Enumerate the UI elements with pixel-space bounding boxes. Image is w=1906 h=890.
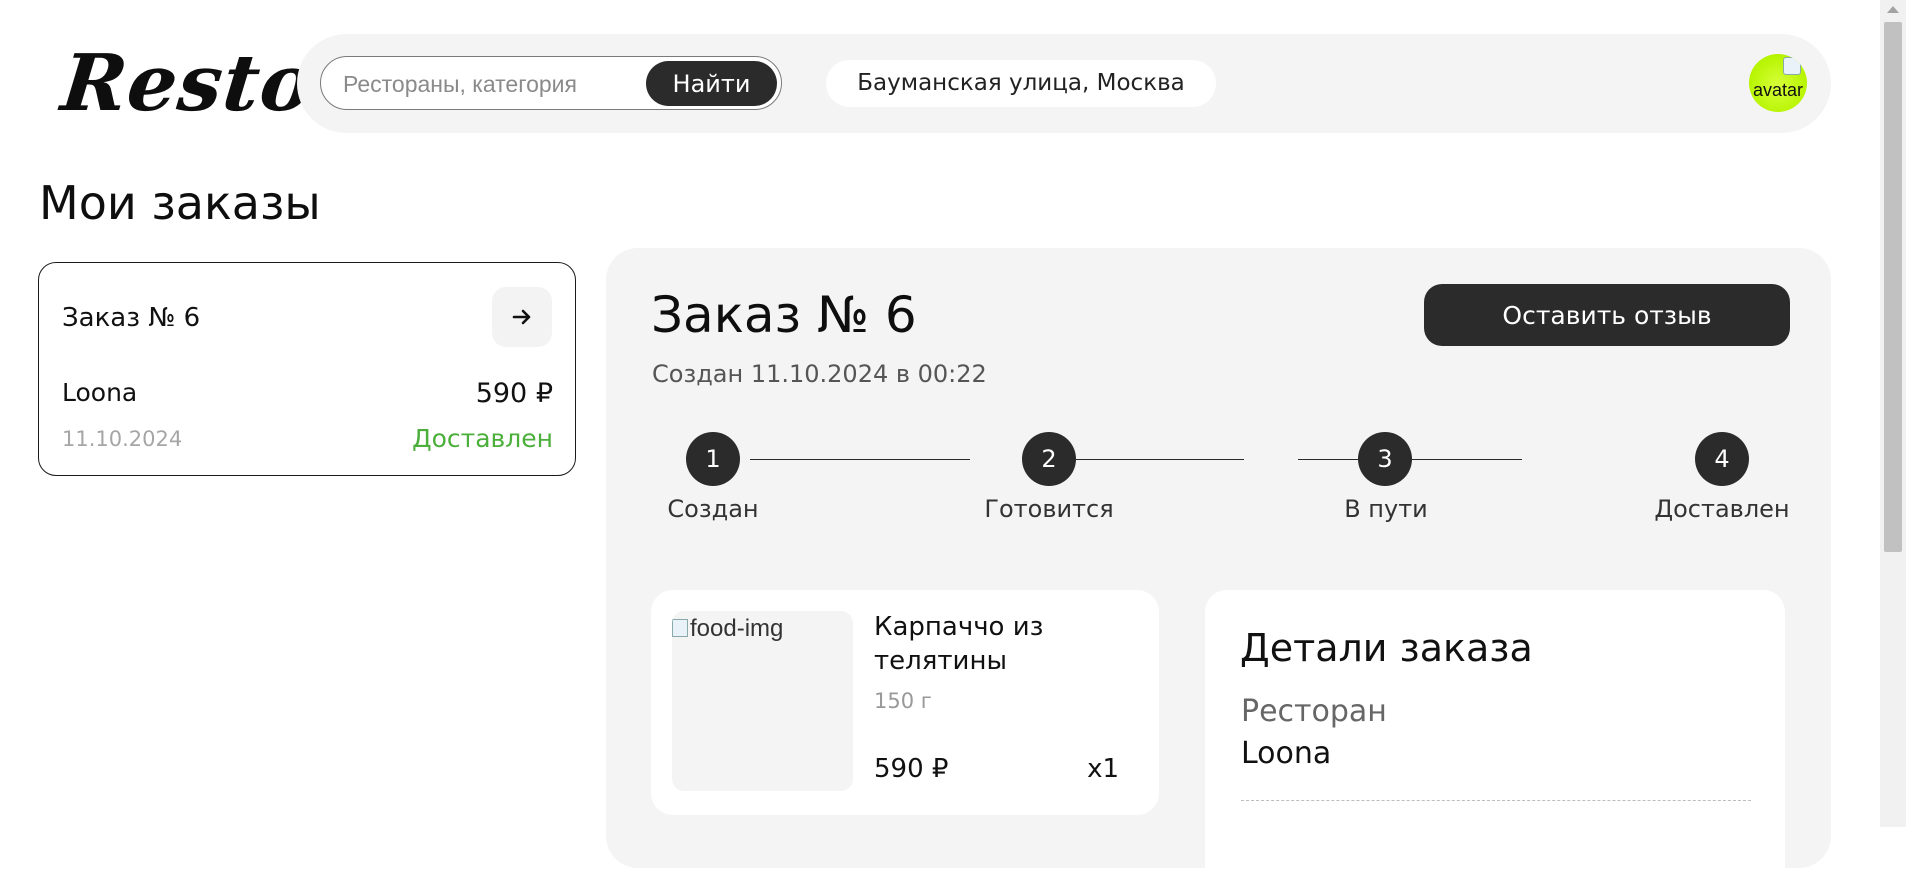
avatar[interactable]: avatar (1749, 54, 1807, 112)
scrollbar-thumb[interactable] (1884, 22, 1902, 552)
open-order-button[interactable] (492, 287, 552, 347)
step-4-label: Доставлен (1654, 495, 1790, 523)
order-card-date: 11.10.2024 (62, 427, 183, 451)
item-name: Карпаччо из телятины (874, 612, 1044, 676)
address-selector[interactable]: Бауманская улица, Москва (826, 60, 1216, 107)
step-4-dot: 4 (1695, 432, 1749, 486)
order-detail-panel: Заказ № 6 Создан 11.10.2024 в 00:22 Оста… (606, 248, 1831, 890)
scroll-up-icon[interactable] (1887, 6, 1899, 13)
avatar-alt-text: avatar (1753, 80, 1804, 100)
item-quantity: x1 (1087, 754, 1119, 784)
broken-image-icon (672, 619, 688, 637)
food-image: food-img (672, 611, 853, 791)
order-card-status: Доставлен (412, 424, 553, 453)
step-2-dot: 2 (1022, 432, 1076, 486)
divider (1241, 800, 1751, 801)
order-card-title: Заказ № 6 (62, 303, 201, 333)
logo[interactable]: Resto (57, 38, 318, 129)
search-button[interactable]: Найти (646, 61, 777, 106)
details-title: Детали заказа (1240, 626, 1533, 670)
step-3-dot: 3 (1358, 432, 1412, 486)
broken-image-icon (1783, 57, 1801, 75)
progress-line (750, 459, 970, 460)
step-1-dot: 1 (686, 432, 740, 486)
food-image-alt: food-img (690, 615, 784, 642)
step-3-label: В пути (1344, 495, 1428, 523)
search-input[interactable] (341, 68, 625, 100)
item-price: 590 ₽ (874, 754, 949, 784)
step-2-label: Готовится (984, 495, 1114, 523)
restaurant-value: Loona (1241, 736, 1332, 771)
header-bar: Найти Бауманская улица, Москва avatar (297, 34, 1831, 133)
page-scrollbar[interactable] (1880, 0, 1906, 827)
restaurant-label: Ресторан (1241, 694, 1387, 729)
order-card[interactable]: Заказ № 6 Loona 590 ₽ 11.10.2024 Доставл… (38, 262, 576, 476)
item-weight: 150 г (874, 689, 932, 713)
step-1-label: Создан (667, 495, 759, 523)
search-box: Найти (320, 56, 782, 110)
order-details-card: Детали заказа Ресторан Loona (1205, 590, 1785, 890)
page-title: Мои заказы (39, 176, 321, 230)
order-progress: 1 2 3 4 Создан Готовится В пути Доставле… (606, 248, 1831, 548)
order-card-price: 590 ₽ (475, 378, 553, 409)
arrow-right-icon (512, 309, 531, 325)
order-item-card: food-img Карпаччо из телятины 150 г 590 … (651, 590, 1159, 815)
order-card-restaurant: Loona (62, 378, 138, 407)
